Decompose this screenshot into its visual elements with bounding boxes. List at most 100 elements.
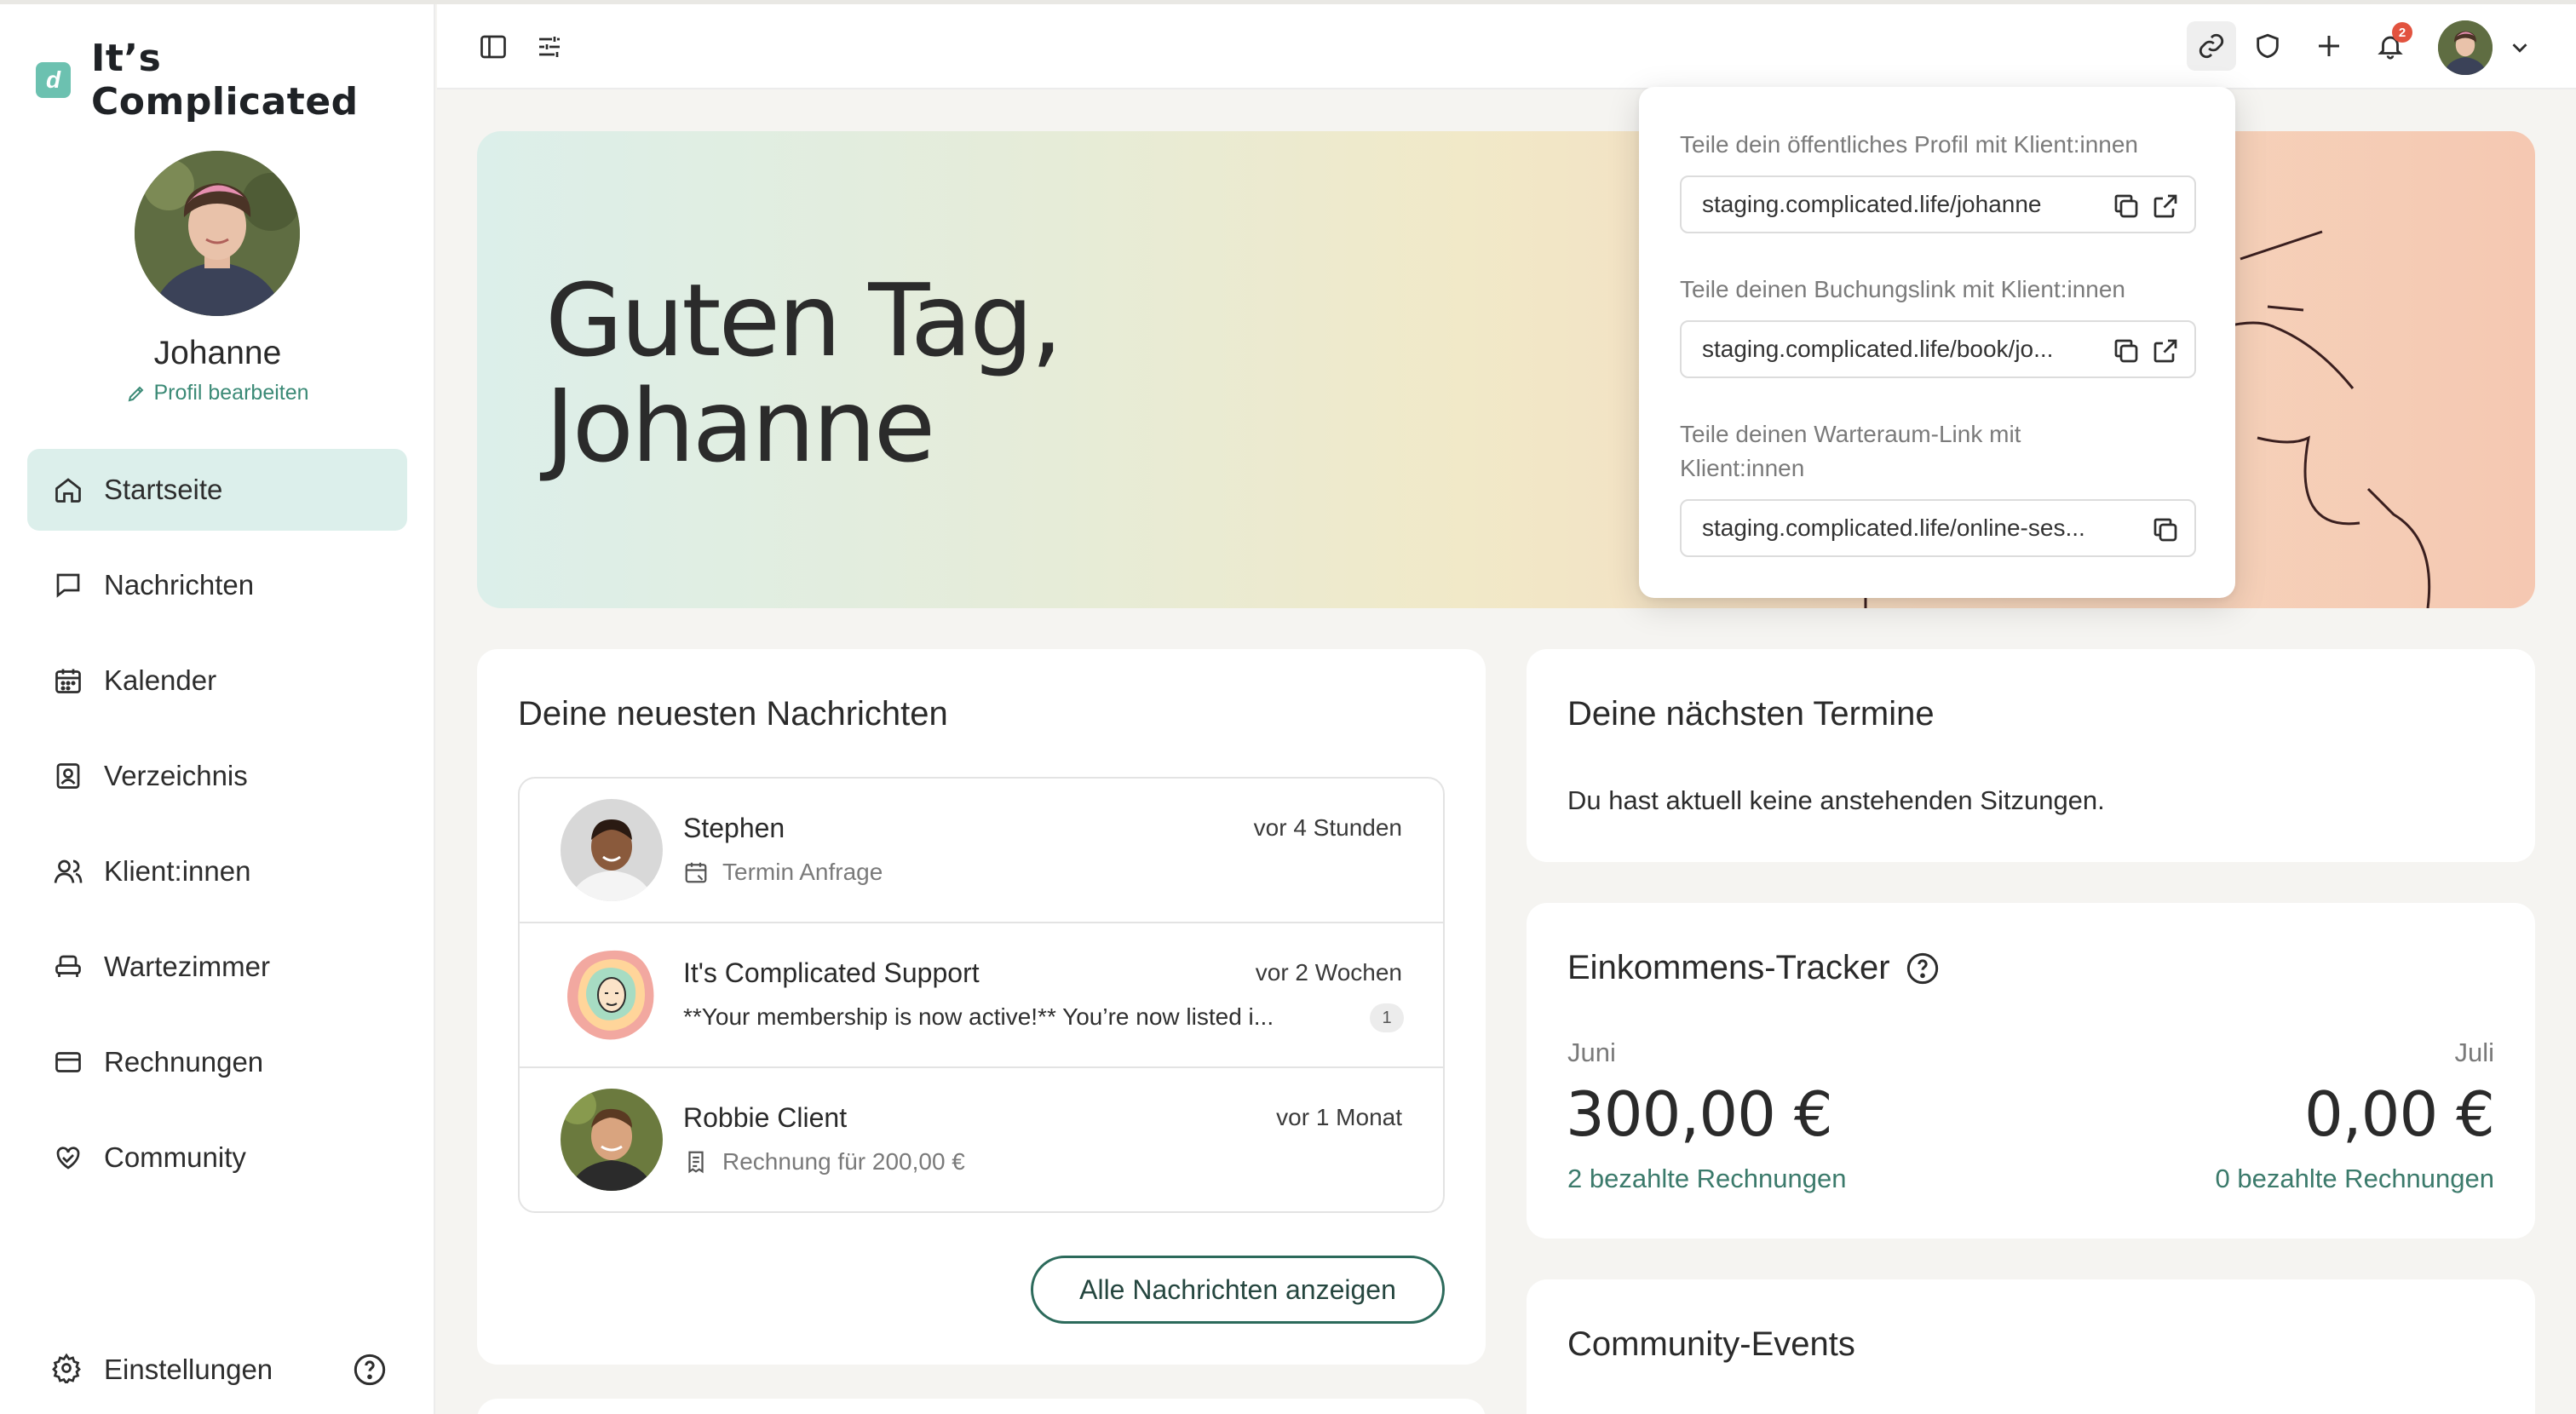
app-name: It’s Complicated [91, 37, 359, 124]
calendar-icon [51, 664, 85, 698]
sidebar-item-klientinnen[interactable]: Klient:innen [27, 831, 407, 912]
greeting-line-2: Johanne [545, 367, 935, 485]
clients-icon [51, 854, 85, 888]
messages-title: Deine neuesten Nachrichten [518, 695, 948, 733]
sidebar-item-label: Nachrichten [104, 569, 255, 601]
income-amount-left: 300,00 € [1566, 1078, 1833, 1150]
messages-list: Stephen vor 4 Stunden Termin Anfrage It'… [518, 777, 1445, 1213]
show-all-messages-button[interactable]: Alle Nachrichten anzeigen [1031, 1256, 1445, 1324]
filter-settings-button[interactable] [532, 30, 566, 64]
sidebar-item-label: Startseite [104, 474, 223, 505]
profile-avatar[interactable] [135, 151, 300, 316]
share-link-button[interactable] [2187, 21, 2236, 71]
sidebar-item-verzeichnis[interactable]: Verzeichnis [27, 735, 407, 817]
message-time: vor 2 Wochen [1255, 959, 1402, 986]
message-subtitle-text: Rechnung für 200,00 € [722, 1148, 965, 1175]
message-subtitle-text: Termin Anfrage [722, 859, 883, 885]
app-logo[interactable]: d It’s Complicated [36, 37, 434, 124]
sidebar: d It’s Complicated Johanne Profil bearbe… [0, 4, 435, 1414]
sidebar-item-einstellungen[interactable]: Einstellungen [27, 1338, 407, 1401]
pencil-icon [129, 386, 144, 401]
message-sender: It's Complicated Support [683, 957, 980, 988]
booking-link-url: staging.complicated.life/book/jo... [1702, 336, 2054, 362]
message-sender: Stephen [683, 813, 785, 843]
sidebar-item-label: Community [104, 1141, 246, 1173]
privacy-shield-button[interactable] [2251, 29, 2285, 63]
copy-icon[interactable] [2111, 336, 2142, 366]
income-amount-right: 0,00 € [2303, 1078, 2495, 1150]
profile-link-label: Teile dein öffentliches Profil mit Klien… [1680, 131, 2139, 158]
user-avatar-button[interactable] [2438, 20, 2493, 75]
waiting-room-link-label: Teile deinen Warteraum-Link mit Klient:i… [1680, 421, 2021, 481]
income-tracker-card: Einkommens-Tracker Juni Juli 300,00 € 0,… [1527, 903, 2535, 1239]
profile-link-url: staging.complicated.life/johanne [1702, 191, 2042, 217]
message-row-support[interactable]: It's Complicated Support vor 2 Wochen **… [520, 923, 1443, 1068]
appointments-card: Deine nächsten Termine Du hast aktuell k… [1527, 649, 2535, 862]
info-icon[interactable] [1906, 951, 1940, 986]
waiting-room-icon [51, 950, 85, 984]
add-button[interactable] [2312, 29, 2346, 63]
directory-icon [51, 759, 85, 793]
income-month-left: Juni [1567, 1038, 1616, 1067]
calendar-icon [685, 862, 707, 883]
income-title-text: Einkommens-Tracker [1567, 949, 1890, 986]
sidebar-item-rechnungen[interactable]: Rechnungen [27, 1021, 407, 1103]
waiting-room-link-field[interactable]: staging.complicated.life/online-ses... [1680, 499, 2196, 557]
avatar [561, 1089, 663, 1191]
external-link-icon[interactable] [2150, 336, 2181, 366]
chat-icon [51, 568, 85, 602]
booking-link-label: Teile deinen Buchungslink mit Klient:inn… [1680, 276, 2125, 302]
sidebar-item-startseite[interactable]: Startseite [27, 449, 407, 531]
sidebar-item-label: Klient:innen [104, 855, 251, 887]
sidebar-toggle-icon [480, 35, 506, 59]
copy-icon[interactable] [2111, 191, 2142, 221]
home-icon [51, 473, 85, 507]
help-icon[interactable] [353, 1353, 387, 1387]
appointments-empty-text: Du hast aktuell keine anstehenden Sitzun… [1567, 785, 2105, 815]
message-subtitle: Rechnung für 200,00 € [683, 1148, 965, 1175]
community-icon [51, 1141, 85, 1175]
message-row-stephen[interactable]: Stephen vor 4 Stunden Termin Anfrage [520, 779, 1443, 923]
copy-icon[interactable] [2150, 514, 2181, 545]
sidebar-item-label: Wartezimmer [104, 951, 270, 982]
chevron-down-icon [2512, 43, 2527, 53]
edit-profile-link[interactable]: Profil bearbeiten [0, 381, 435, 405]
plus-icon [2319, 36, 2339, 56]
share-links-popover: Teile dein öffentliches Profil mit Klien… [1639, 87, 2235, 598]
avatar [561, 944, 663, 1046]
unread-count-badge: 1 [1370, 1003, 1404, 1032]
message-time: vor 4 Stunden [1253, 814, 1402, 841]
secondary-card [477, 1399, 1486, 1414]
sidebar-item-community[interactable]: Community [27, 1117, 407, 1198]
shield-icon [2257, 33, 2279, 59]
income-paid-right[interactable]: 0 bezahlte Rechnungen [2216, 1164, 2494, 1194]
sidebar-item-label: Verzeichnis [104, 760, 248, 791]
account-menu-toggle[interactable] [2503, 31, 2537, 65]
edit-profile-label: Profil bearbeiten [153, 381, 309, 405]
toggle-sidebar-button[interactable] [476, 30, 510, 64]
income-title: Einkommens-Tracker [1567, 949, 1940, 987]
income-month-right: Juli [2454, 1038, 2494, 1067]
profile-link-field[interactable]: staging.complicated.life/johanne [1680, 175, 2196, 233]
message-preview: **Your membership is now active!** You’r… [683, 1003, 1274, 1030]
income-paid-left[interactable]: 2 bezahlte Rechnungen [1567, 1164, 1846, 1194]
messages-card: Deine neuesten Nachrichten Stephen vor 4… [477, 649, 1486, 1365]
message-row-robbie[interactable]: Robbie Client vor 1 Monat Rechnung für 2… [520, 1068, 1443, 1211]
message-sender: Robbie Client [683, 1102, 848, 1133]
community-events-title: Community-Events [1567, 1325, 1855, 1363]
sidebar-item-nachrichten[interactable]: Nachrichten [27, 544, 407, 626]
sidebar-item-label: Kalender [104, 664, 217, 696]
booking-link-field[interactable]: staging.complicated.life/book/jo... [1680, 320, 2196, 378]
settings-label: Einstellungen [104, 1354, 273, 1385]
sidebar-item-kalender[interactable]: Kalender [27, 640, 407, 721]
sidebar-item-wartezimmer[interactable]: Wartezimmer [27, 926, 407, 1008]
logo-icon: d [36, 62, 71, 98]
message-time: vor 1 Monat [1276, 1104, 1402, 1130]
receipt-icon [688, 1151, 704, 1174]
external-link-icon[interactable] [2150, 191, 2181, 221]
profile-name: Johanne [153, 335, 282, 371]
sidebar-nav: Startseite Nachrichten Kalender Verzeich… [27, 449, 407, 1212]
sidebar-item-label: Rechnungen [104, 1046, 264, 1078]
invoice-icon [51, 1045, 85, 1079]
gear-icon [51, 1353, 85, 1387]
